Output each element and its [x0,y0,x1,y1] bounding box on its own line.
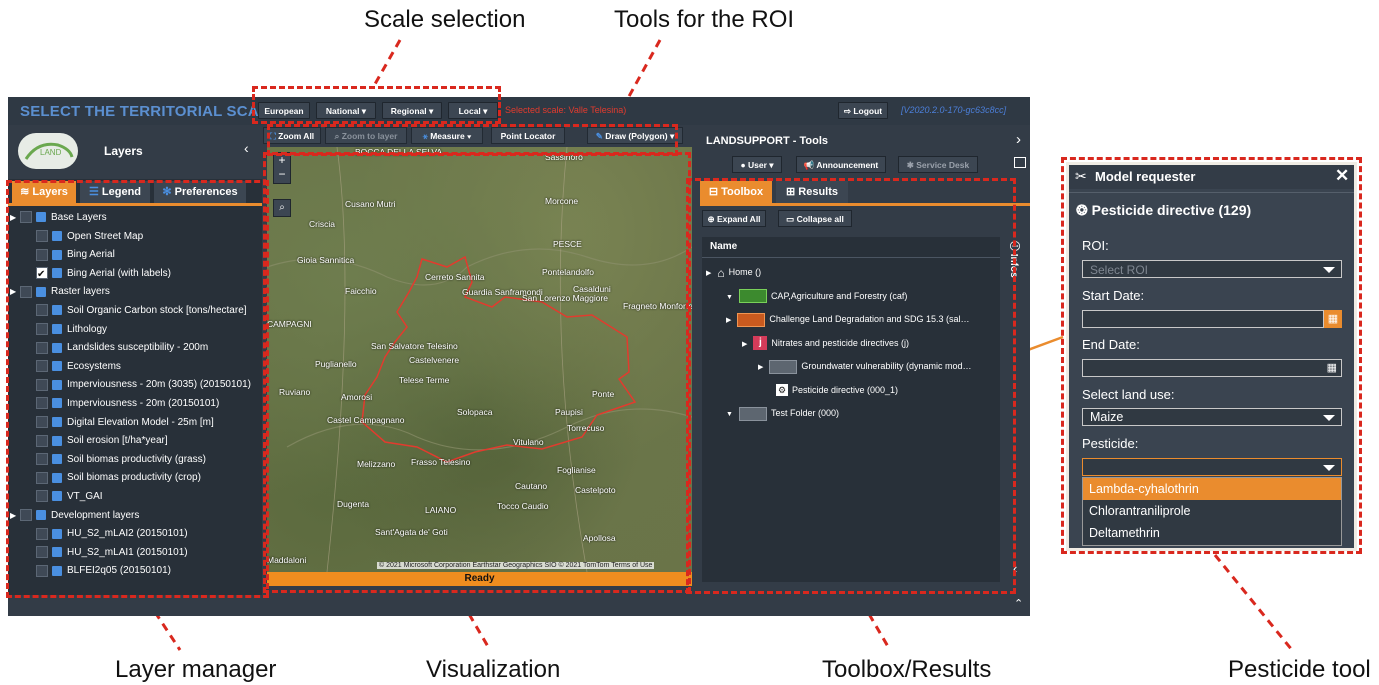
user-label: User ▾ [747,160,774,170]
megaphone-icon: 📢 [803,160,817,170]
landsupport-logo: LAND [18,133,78,169]
visualization-box [263,152,691,593]
chevron-up-icon[interactable]: ⌃ [1014,597,1023,610]
layers-title: Layers [104,144,143,158]
logo-graphic: LAND [24,142,74,160]
service-desk-button[interactable]: ✱ Service Desk [898,156,978,173]
tools-title: LANDSUPPORT - Tools [706,135,829,147]
user-button[interactable]: ● User ▾ [732,156,782,173]
scale-title: SELECT THE TERRITORIAL SCALE: [20,103,284,120]
tools-header: LANDSUPPORT - Tools › ● User ▾ 📢 Announc… [696,125,1030,177]
logout-button[interactable]: ⇨ Logout [838,102,888,119]
version-text: [V2020.2.0-170-gc63c8cc] [901,105,1007,115]
window-icon[interactable] [1014,157,1026,168]
collapse-left-icon[interactable]: ‹ [244,140,249,156]
logout-label: Logout [853,106,883,116]
logout-icon: ⇨ [843,106,854,116]
layer-manager-box [6,180,269,598]
scale-toolbar: SELECT THE TERRITORIAL SCALE: European N… [8,97,1030,125]
service-desk-label: Service Desk [916,160,970,170]
announcement-button[interactable]: 📢 Announcement [796,156,886,173]
scale-selection-box [252,86,501,124]
connector-layer [153,611,182,651]
service-icon: ✱ [906,160,917,170]
announcement-label: Announcement [816,160,879,170]
connector-scale [373,39,402,85]
toolbox-results-box [686,178,1016,594]
user-icon: ● [740,160,748,170]
pesticide-tool-box [1061,157,1362,554]
layers-header: LAND Layers ‹ [8,125,262,179]
selected-scale-text: Selected scale: Valle Telesina) [505,105,627,115]
connector-pesticide [1213,554,1294,651]
logo-text: LAND [40,148,62,157]
expand-right-icon[interactable]: › [1016,131,1021,148]
